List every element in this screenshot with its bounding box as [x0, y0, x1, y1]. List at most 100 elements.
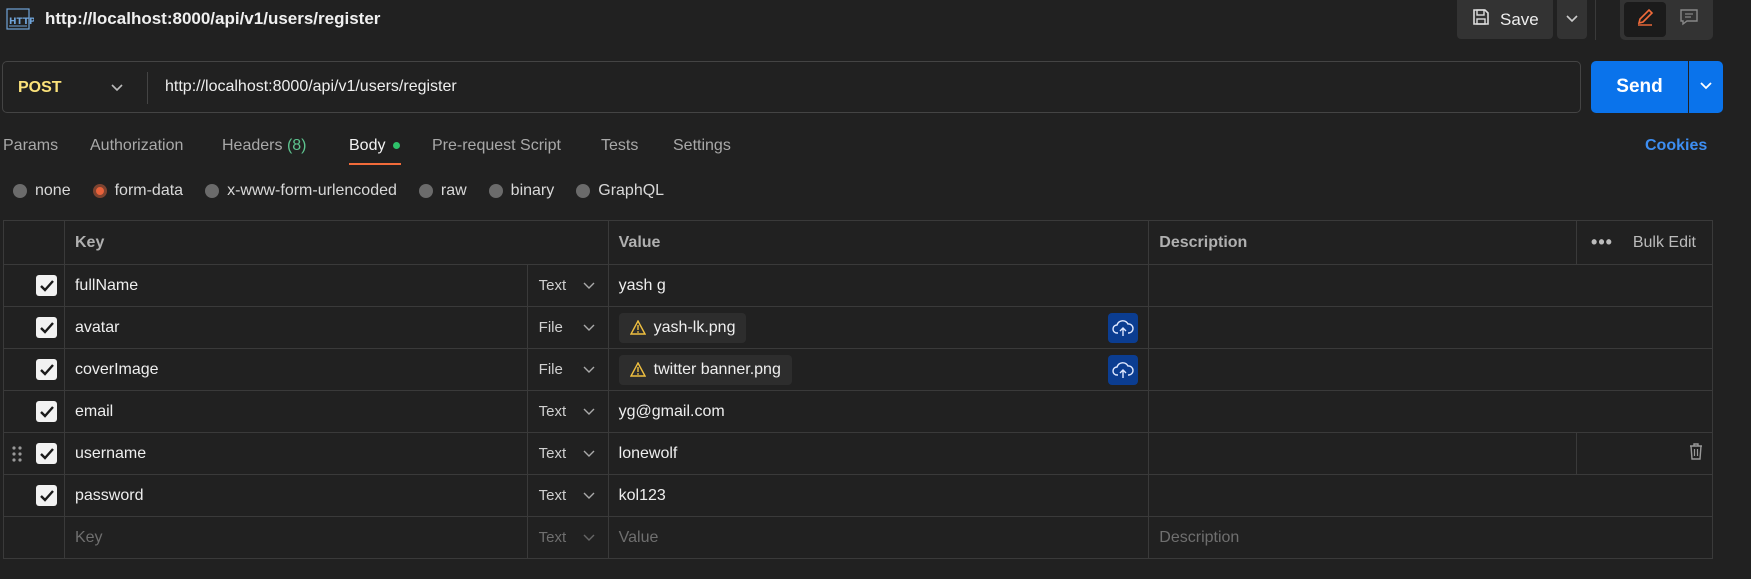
row-key[interactable]: coverImage	[63, 348, 528, 391]
table-row: avatar File yash-lk.png	[3, 306, 1713, 349]
warning-icon	[629, 320, 646, 335]
cloud-upload-icon[interactable]	[1108, 312, 1139, 343]
row-value[interactable]: yash g	[607, 264, 1150, 307]
body-mode-binary[interactable]: binary	[488, 182, 555, 200]
body-mode-label: raw	[440, 182, 467, 199]
row-type-label: Text	[538, 445, 567, 462]
file-chip[interactable]: yash-lk.png	[618, 312, 747, 343]
row-checkbox-cell	[3, 432, 65, 475]
body-mode-label: none	[35, 182, 71, 199]
save-button[interactable]: Save	[1457, 0, 1553, 39]
new-type-select[interactable]: Text	[526, 516, 609, 559]
send-button[interactable]: Send	[1591, 61, 1688, 113]
form-data-table: Key Value Description ••• Bulk Edit full…	[3, 220, 1713, 559]
row-description[interactable]	[1148, 474, 1713, 517]
method-select[interactable]: POST	[18, 79, 62, 97]
row-key[interactable]: password	[63, 474, 528, 517]
row-checkbox[interactable]	[36, 443, 57, 464]
comments-button[interactable]	[1668, 2, 1710, 37]
body-mode-label: binary	[510, 182, 555, 199]
row-checkbox[interactable]	[36, 275, 57, 296]
row-key[interactable]: fullName	[63, 264, 528, 307]
row-checkbox-cell	[3, 264, 65, 307]
body-mode-graphql[interactable]: GraphQL	[576, 182, 664, 200]
new-description-input[interactable]: Description	[1148, 516, 1713, 559]
radio-icon	[13, 184, 27, 198]
chevron-down-icon[interactable]	[110, 80, 124, 98]
row-value-file: twitter banner.png	[607, 348, 1150, 391]
body-status-dot	[393, 142, 400, 149]
tab-headers[interactable]: Headers (8)	[222, 137, 307, 155]
header-actions-cell: ••• Bulk Edit	[1576, 220, 1713, 265]
divider	[1595, 0, 1596, 40]
tab-authorization[interactable]: Authorization	[90, 137, 183, 155]
row-description[interactable]	[1148, 432, 1578, 475]
header-value: Value	[607, 220, 1150, 265]
row-type-label: Text	[538, 529, 567, 546]
body-mode-raw[interactable]: raw	[418, 182, 467, 200]
row-type-select[interactable]: File	[526, 348, 609, 391]
row-type-label: Text	[538, 277, 567, 294]
row-checkbox[interactable]	[36, 485, 57, 506]
row-value[interactable]: lonewolf	[607, 432, 1150, 475]
row-checkbox[interactable]	[36, 359, 57, 380]
radio-icon	[488, 184, 503, 198]
edit-mode-button[interactable]	[1624, 2, 1666, 37]
checkmark-icon	[39, 279, 54, 292]
bulk-edit-link[interactable]: Bulk Edit	[1633, 234, 1696, 252]
row-type-select[interactable]: Text	[526, 432, 609, 475]
radio-icon	[418, 184, 433, 198]
body-mode-urlencoded[interactable]: x-www-form-urlencoded	[205, 182, 397, 200]
chevron-down-icon	[1565, 11, 1579, 29]
row-checkbox[interactable]	[36, 317, 57, 338]
radio-icon	[576, 184, 591, 198]
tab-pre-request-script[interactable]: Pre-request Script	[432, 137, 561, 155]
trash-icon[interactable]	[1688, 442, 1704, 465]
cloud-upload-icon[interactable]	[1108, 354, 1139, 385]
row-key[interactable]: username	[63, 432, 528, 475]
save-icon	[1471, 7, 1491, 32]
row-type-select[interactable]: Text	[526, 474, 609, 517]
tab-settings[interactable]: Settings	[673, 137, 731, 155]
row-description[interactable]	[1148, 390, 1713, 433]
row-type-select[interactable]: Text	[526, 264, 609, 307]
new-value-input[interactable]: Value	[607, 516, 1150, 559]
chevron-down-icon	[583, 534, 595, 541]
row-type-label: Text	[538, 487, 567, 504]
tab-body[interactable]: Body	[349, 137, 385, 155]
cookies-link[interactable]: Cookies	[1645, 137, 1707, 155]
row-value[interactable]: kol123	[607, 474, 1150, 517]
row-checkbox-cell	[3, 390, 65, 433]
radio-selected-icon	[92, 184, 107, 198]
table-row: password Text kol123	[3, 474, 1713, 517]
row-description[interactable]	[1148, 306, 1713, 349]
row-type-select[interactable]: File	[526, 306, 609, 349]
save-options-button[interactable]	[1557, 0, 1587, 39]
checkmark-icon	[39, 363, 54, 376]
row-type-select[interactable]: Text	[526, 390, 609, 433]
send-options-button[interactable]	[1689, 61, 1723, 113]
row-key[interactable]: avatar	[63, 306, 528, 349]
request-title[interactable]: http://localhost:8000/api/v1/users/regis…	[45, 9, 380, 29]
tab-tests[interactable]: Tests	[601, 137, 638, 155]
checkmark-icon	[39, 489, 54, 502]
row-description[interactable]	[1148, 348, 1713, 391]
row-key[interactable]: email	[63, 390, 528, 433]
divider	[147, 72, 148, 104]
chevron-down-icon	[583, 282, 595, 289]
body-mode-form-data[interactable]: form-data	[92, 182, 183, 200]
row-checkbox[interactable]	[36, 401, 57, 422]
row-description[interactable]	[1148, 264, 1713, 307]
url-input[interactable]: http://localhost:8000/api/v1/users/regis…	[165, 78, 457, 96]
checkmark-icon	[39, 447, 54, 460]
drag-handle-icon[interactable]	[12, 445, 22, 468]
comment-icon	[1679, 7, 1699, 32]
body-mode-group: none form-data x-www-form-urlencoded raw…	[13, 182, 686, 200]
file-chip[interactable]: twitter banner.png	[618, 354, 792, 385]
row-value[interactable]: yg@gmail.com	[607, 390, 1150, 433]
new-key-input[interactable]: Key	[63, 516, 528, 559]
body-mode-none[interactable]: none	[13, 182, 71, 200]
row-type-label: File	[538, 361, 563, 378]
tab-params[interactable]: Params	[3, 137, 58, 155]
more-options-icon[interactable]: •••	[1591, 232, 1613, 253]
